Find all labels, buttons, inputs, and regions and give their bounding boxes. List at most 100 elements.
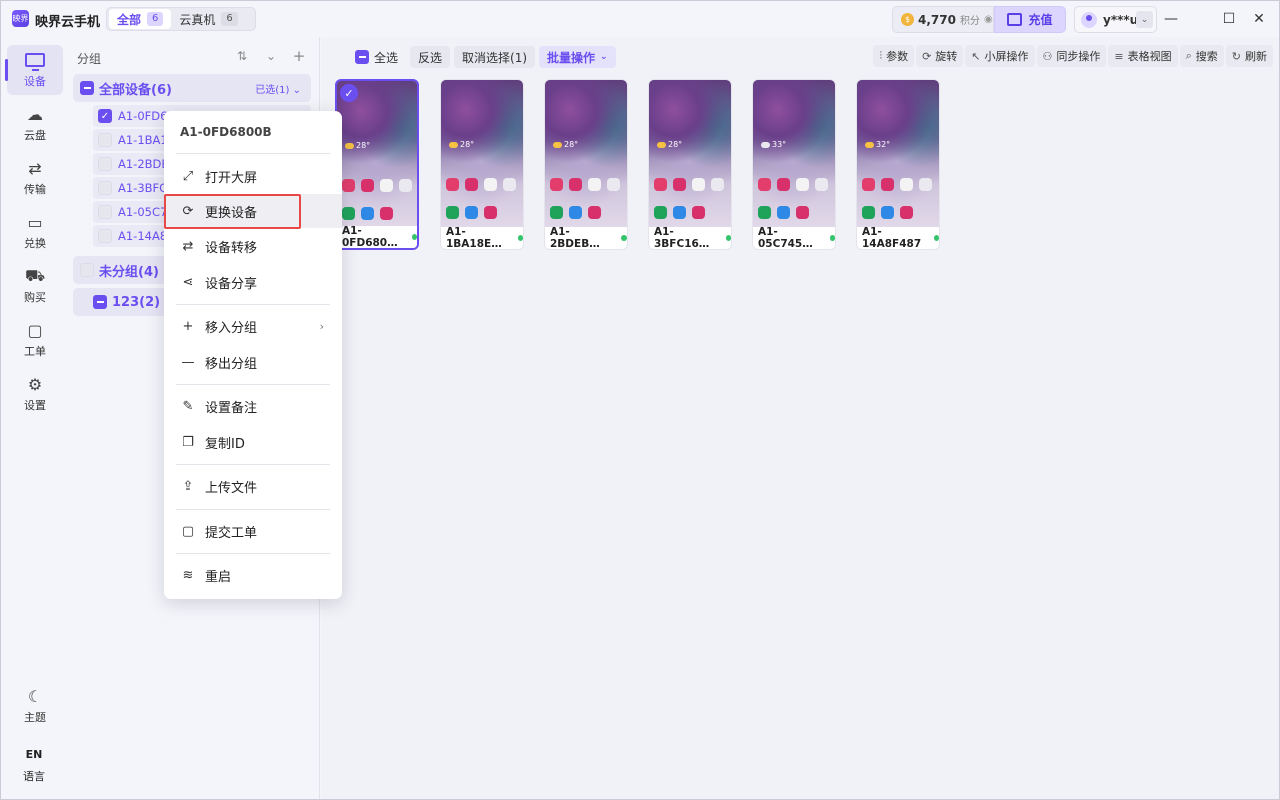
device-checkbox[interactable]	[98, 205, 112, 219]
device-card[interactable]: 28° A1-2BDEB…	[544, 79, 628, 250]
menu-item-label: 移入分组	[205, 320, 258, 336]
sun-icon	[449, 141, 458, 148]
menu-upload-file[interactable]: ⇪ 上传文件	[164, 469, 342, 503]
menu-divider	[176, 153, 330, 154]
batch-operations-button[interactable]: 批量操作 ⌄	[539, 46, 616, 68]
device-id: A1-3BFC16…	[654, 226, 710, 250]
device-screen-preview[interactable]: 28°	[337, 81, 417, 230]
group-checkbox[interactable]	[93, 295, 107, 309]
device-card[interactable]: ✓ 28° A1-0FD680…	[335, 79, 419, 250]
nav-cloud-disk[interactable]: ☁ 云盘	[7, 99, 63, 149]
menu-transfer-device[interactable]: ⇄ 设备转移	[164, 229, 342, 263]
device-screen-preview[interactable]: 32°	[857, 80, 939, 229]
left-nav-rail: 设备 ☁ 云盘 ⇄ 传输 ▭ 兑换 ⛟ 购买 ▢ 工单 ⚙ 设置 ☾ 主题 EN…	[1, 37, 67, 799]
menu-copy-id[interactable]: ❐ 复制ID	[164, 425, 342, 459]
menu-item-label: 打开大屏	[205, 170, 258, 186]
moon-icon: ☾	[27, 686, 43, 706]
app-window: 映界 映界云手机 全部 6 云真机 6 $ 4,770 积分 ◉ 充值 y***…	[0, 0, 1280, 800]
group-checkbox[interactable]	[80, 81, 94, 95]
device-grid-area: 全选 反选 取消选择(1) 批量操作 ⌄ ⫶ 参数 ⟳ 旋转 ↖ 小屏操作 ⚇ 同步操作…	[321, 37, 1279, 799]
table-view-label: 表格视图	[1127, 50, 1172, 63]
monitor-icon	[25, 51, 45, 71]
menu-replace-device[interactable]: ⟳ 更换设备	[164, 194, 342, 228]
nav-tickets[interactable]: ▢ 工单	[7, 315, 63, 365]
chevron-down-icon[interactable]: ⌄	[260, 45, 282, 67]
menu-submit-ticket[interactable]: ▢ 提交工单	[164, 514, 342, 548]
params-button[interactable]: ⫶ 参数	[873, 45, 915, 67]
selected-count: 已选(1) ⌄	[255, 84, 301, 96]
device-checkbox[interactable]	[98, 181, 112, 195]
device-card-label: A1-3BFC16…	[649, 226, 731, 250]
menu-remove-from-group[interactable]: — 移出分组	[164, 345, 342, 379]
device-card-label: A1-0FD680…	[337, 225, 417, 248]
group-name: 全部设备(6)	[99, 82, 172, 98]
minimize-icon[interactable]: —	[1161, 9, 1181, 29]
small-screen-button[interactable]: ↖ 小屏操作	[965, 45, 1035, 67]
device-checkbox[interactable]	[98, 133, 112, 147]
nav-theme[interactable]: ☾ 主题	[7, 681, 63, 731]
language-code[interactable]: EN	[1, 748, 67, 761]
device-card[interactable]: 28° A1-1BA18E…	[440, 79, 524, 250]
device-screen-preview[interactable]: 28°	[441, 80, 523, 229]
device-screen-preview[interactable]: 33°	[753, 80, 835, 229]
search-icon: ⌕	[1185, 49, 1192, 62]
deselect-button[interactable]: 取消选择(1)	[454, 46, 536, 68]
nav-devices[interactable]: 设备	[5, 45, 63, 95]
menu-set-note[interactable]: ✎ 设置备注	[164, 389, 342, 423]
add-group-icon[interactable]: +	[288, 45, 310, 67]
rotate-button[interactable]: ⟳ 旋转	[916, 45, 964, 67]
select-all-button[interactable]: 全选	[347, 46, 406, 68]
refresh-button[interactable]: ↻ 刷新	[1225, 45, 1273, 67]
menu-open-fullscreen[interactable]: ⤢ 打开大屏	[164, 159, 342, 193]
invert-selection-button[interactable]: 反选	[410, 46, 451, 68]
nav-settings[interactable]: ⚙ 设置	[7, 369, 63, 419]
maximize-icon[interactable]: ☐	[1219, 9, 1239, 29]
nav-transfer[interactable]: ⇄ 传输	[7, 153, 63, 203]
menu-reboot[interactable]: ≋ 重启	[164, 558, 342, 592]
list-icon: ≡	[1114, 49, 1124, 63]
device-screen-preview[interactable]: 28°	[649, 80, 731, 229]
device-id: A1-2BDEB…	[550, 226, 600, 250]
refresh-icon: ⟳	[182, 203, 194, 219]
nav-purchase[interactable]: ⛟ 购买	[7, 261, 63, 311]
online-status-dot	[829, 235, 835, 241]
chevron-down-icon[interactable]: ⌄	[1136, 11, 1153, 28]
device-screen-preview[interactable]: 28°	[545, 80, 627, 229]
close-icon[interactable]: ✕	[1249, 9, 1269, 29]
group-checkbox[interactable]	[80, 263, 94, 277]
device-card[interactable]: 32° A1-14A8F487	[856, 79, 940, 250]
search-label: 搜索	[1195, 50, 1218, 63]
group-all-devices[interactable]: 全部设备(6) 已选(1) ⌄	[73, 74, 311, 102]
nav-redeem[interactable]: ▭ 兑换	[7, 207, 63, 257]
device-card[interactable]: 33° A1-05C745…	[752, 79, 836, 250]
device-checkbox[interactable]	[98, 229, 112, 243]
menu-share-device[interactable]: ⋖ 设备分享	[164, 265, 342, 299]
params-label: 参数	[886, 50, 909, 63]
device-checkbox[interactable]	[98, 157, 112, 171]
tab-all[interactable]: 全部 6	[109, 9, 172, 29]
sort-icon[interactable]: ⇅	[231, 45, 253, 67]
recharge-button[interactable]: 充值	[994, 6, 1066, 33]
device-card[interactable]: 28° A1-3BFC16…	[648, 79, 732, 250]
points-unit: 积分	[959, 16, 980, 27]
plus-icon: +	[182, 318, 194, 334]
device-checkbox[interactable]: ✓	[98, 109, 112, 123]
copy-icon: ❐	[182, 434, 194, 450]
menu-divider	[176, 464, 330, 465]
menu-move-to-group[interactable]: + 移入分组 ›	[164, 309, 342, 343]
eye-icon[interactable]: ◉	[984, 14, 993, 25]
group-name: 未分组(4)	[99, 264, 159, 280]
user-name: y***u	[1103, 12, 1139, 27]
language-label[interactable]: 语言	[1, 768, 67, 784]
nav-label: 设置	[24, 399, 46, 412]
user-menu[interactable]: y***u ⌄	[1074, 6, 1157, 33]
rotate-icon: ⟳	[922, 49, 932, 63]
search-button[interactable]: ⌕ 搜索	[1179, 45, 1224, 67]
selection-toolbar: 全选 反选 取消选择(1) 批量操作 ⌄	[347, 46, 616, 68]
weather-widget: 28°	[657, 140, 682, 149]
tab-cloud-real-device[interactable]: 云真机 6	[171, 9, 245, 29]
table-view-button[interactable]: ≡ 表格视图	[1108, 45, 1178, 67]
sync-button[interactable]: ⚇ 同步操作	[1036, 45, 1107, 67]
menu-divider	[176, 384, 330, 385]
menu-item-label: 重启	[205, 569, 232, 585]
